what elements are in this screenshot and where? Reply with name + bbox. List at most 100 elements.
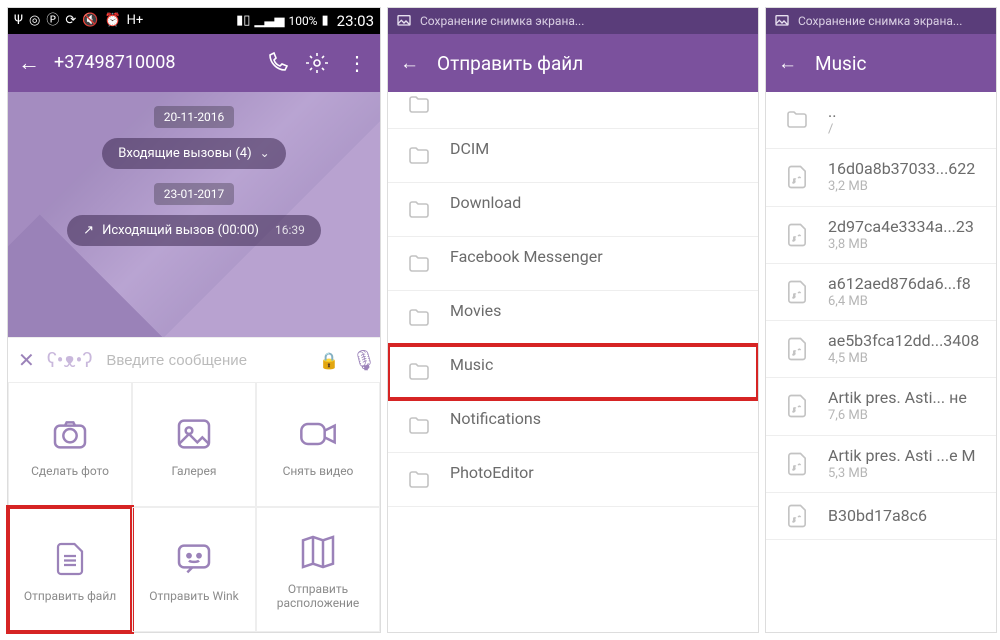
file-size: 6,4 MB: [828, 294, 971, 310]
gear-icon[interactable]: [304, 50, 330, 76]
network-type: H+: [127, 14, 144, 27]
folder-icon: [402, 92, 436, 118]
incoming-calls-pill[interactable]: Входящие вызовы (4) ⌄: [102, 138, 285, 169]
svg-text:♪: ♪: [792, 179, 795, 185]
folder-row[interactable]: Movies: [388, 291, 758, 345]
attach-label: Отправить файл: [24, 589, 116, 603]
attachment-grid: Сделать фото Галерея Снять видео Отправи…: [8, 382, 380, 632]
phone-music-folder: Сохранение снимка экрана... ← Music ../♪…: [766, 8, 996, 632]
message-input[interactable]: [104, 351, 307, 370]
file-name: 2d97ca4e3334a...23: [828, 217, 974, 237]
folder-list[interactable]: DCIM Download Facebook Messenger Movies Musi…: [388, 92, 758, 632]
folder-row[interactable]: [388, 92, 758, 129]
outgoing-call-pill[interactable]: ↗ Исходящий вызов (00:00) 16:39: [67, 215, 321, 246]
audio-file-icon: ♪: [780, 451, 814, 477]
message-composer: ✕ ʕ•ᴥ•ʔ 🔒 🎙: [8, 337, 380, 382]
folder-name: Movies: [450, 301, 501, 321]
attach-take-photo[interactable]: Сделать фото: [8, 382, 132, 507]
audio-file-row[interactable]: ♪ae5b3fca12dd...34084,5 MB: [766, 321, 996, 378]
audio-file-row[interactable]: ♪Artik pres. Asti... не7,6 MB: [766, 378, 996, 435]
folder-row[interactable]: Facebook Messenger: [388, 237, 758, 291]
audio-file-icon: ♪: [780, 222, 814, 248]
menu-dots-icon[interactable]: ⋮: [344, 50, 370, 76]
audio-file-row[interactable]: ♪Artik pres. Asti ...e M5,3 MB: [766, 436, 996, 493]
svg-text:♪: ♪: [792, 518, 795, 524]
attach-label: Сделать фото: [31, 464, 109, 478]
call-icon[interactable]: [264, 50, 290, 76]
chat-background: 20-11-2016 Входящие вызовы (4) ⌄ 23-01-2…: [8, 92, 380, 338]
audio-file-icon: ♪: [780, 503, 814, 529]
folder-name: PhotoEditor: [450, 463, 534, 483]
folder-name: Notifications: [450, 409, 541, 429]
folder-row[interactable]: PhotoEditor: [388, 453, 758, 507]
statusbar-left-icons: Ψ ◎ Ⓟ ⟳ 🔇 ⏰ H+: [14, 14, 143, 27]
android-statusbar: Сохранение снимка экрана...: [766, 8, 996, 34]
incoming-label: Входящие вызовы (4): [118, 146, 251, 161]
folder-path: /: [828, 122, 836, 138]
folder-row[interactable]: Notifications: [388, 399, 758, 453]
video-icon: [296, 412, 340, 456]
wink-icon: [172, 537, 216, 581]
audio-file-icon: ♪: [780, 336, 814, 362]
contact-number[interactable]: +37498710008: [54, 52, 250, 73]
folder-name: Facebook Messenger: [450, 247, 603, 267]
folder-icon: [402, 143, 436, 169]
android-statusbar: Ψ ◎ Ⓟ ⟳ 🔇 ⏰ H+ ▮▯ ▁▃▅ 100% ▮ 23:03: [8, 8, 380, 34]
outgoing-time: 16:39: [275, 223, 305, 237]
lock-icon[interactable]: 🔒: [319, 351, 339, 370]
file-name: ae5b3fca12dd...3408: [828, 331, 979, 351]
folder-row[interactable]: Music: [388, 345, 758, 399]
file-size: 7,6 MB: [828, 408, 967, 424]
svg-text:♪: ♪: [792, 236, 795, 242]
mic-icon[interactable]: 🎙: [351, 348, 376, 372]
back-icon[interactable]: ←: [400, 51, 419, 75]
audio-file-row[interactable]: ♪ B30bd17a8c6: [766, 493, 996, 540]
attach-send-file[interactable]: Отправить файл: [8, 507, 132, 632]
attach-send-location[interactable]: Отправить расположение: [256, 507, 380, 632]
header-title: Music: [815, 52, 866, 75]
android-statusbar: Сохранение снимка экрана...: [388, 8, 758, 34]
audio-file-row[interactable]: ♪ 2d97ca4e3334a...233,8 MB: [766, 207, 996, 264]
folder-icon: [402, 359, 436, 385]
file-browser-header: ← Отправить файл: [388, 34, 758, 92]
folder-up-row[interactable]: ../: [766, 92, 996, 149]
file-name: 16d0a8b37033...622: [828, 159, 975, 179]
folder-row[interactable]: DCIM: [388, 129, 758, 183]
back-icon[interactable]: ←: [18, 50, 40, 76]
folder-icon: [402, 305, 436, 331]
back-icon[interactable]: ←: [778, 51, 797, 75]
file-icon: [48, 537, 92, 581]
attach-send-wink[interactable]: Отправить Wink: [132, 507, 256, 632]
svg-text:♪: ♪: [792, 408, 795, 414]
attach-record-video[interactable]: Снять видео: [256, 382, 380, 507]
audio-file-row[interactable]: ♪a612aed876da6...f86,4 MB: [766, 264, 996, 321]
folder-type: [450, 429, 541, 442]
screenshot-icon: [396, 13, 412, 29]
close-icon[interactable]: ✕: [18, 348, 35, 372]
svg-text:♪: ♪: [792, 351, 795, 357]
screenshot-icon: [774, 13, 790, 29]
folder-name: Music: [450, 355, 493, 375]
target-icon: ◎: [29, 14, 40, 27]
file-name: B30bd17a8c6: [828, 506, 927, 526]
mute-icon: 🔇: [82, 14, 98, 27]
folder-row[interactable]: Download: [388, 183, 758, 237]
folder-name: DCIM: [450, 139, 490, 159]
file-size: 3,8 MB: [828, 237, 974, 253]
saving-text: Сохранение снимка экрана...: [798, 14, 962, 28]
sticker-icon[interactable]: ʕ•ᴥ•ʔ: [47, 348, 93, 373]
folder-icon: [402, 251, 436, 277]
folder-icon: [402, 467, 436, 493]
audio-file-row[interactable]: ♪ 16d0a8b37033...6223,2 MB: [766, 149, 996, 206]
file-list[interactable]: ../ ♪ 16d0a8b37033...6223,2 MB ♪ 2d97ca4e333…: [766, 92, 996, 632]
attach-gallery[interactable]: Галерея: [132, 382, 256, 507]
phone-file-browser: Сохранение снимка экрана... ← Отправить …: [388, 8, 758, 632]
file-size: 3,2 MB: [828, 179, 975, 195]
folder-type: [450, 159, 490, 172]
phone-viber-chat: Ψ ◎ Ⓟ ⟳ 🔇 ⏰ H+ ▮▯ ▁▃▅ 100% ▮ 23:03 ← +37…: [8, 8, 380, 632]
file-name: Artik pres. Asti ...e M: [828, 446, 976, 466]
saving-text: Сохранение снимка экрана...: [420, 14, 584, 28]
audio-file-icon: ♪: [780, 393, 814, 419]
clock: 23:03: [337, 12, 374, 30]
attach-label: Снять видео: [283, 464, 354, 478]
